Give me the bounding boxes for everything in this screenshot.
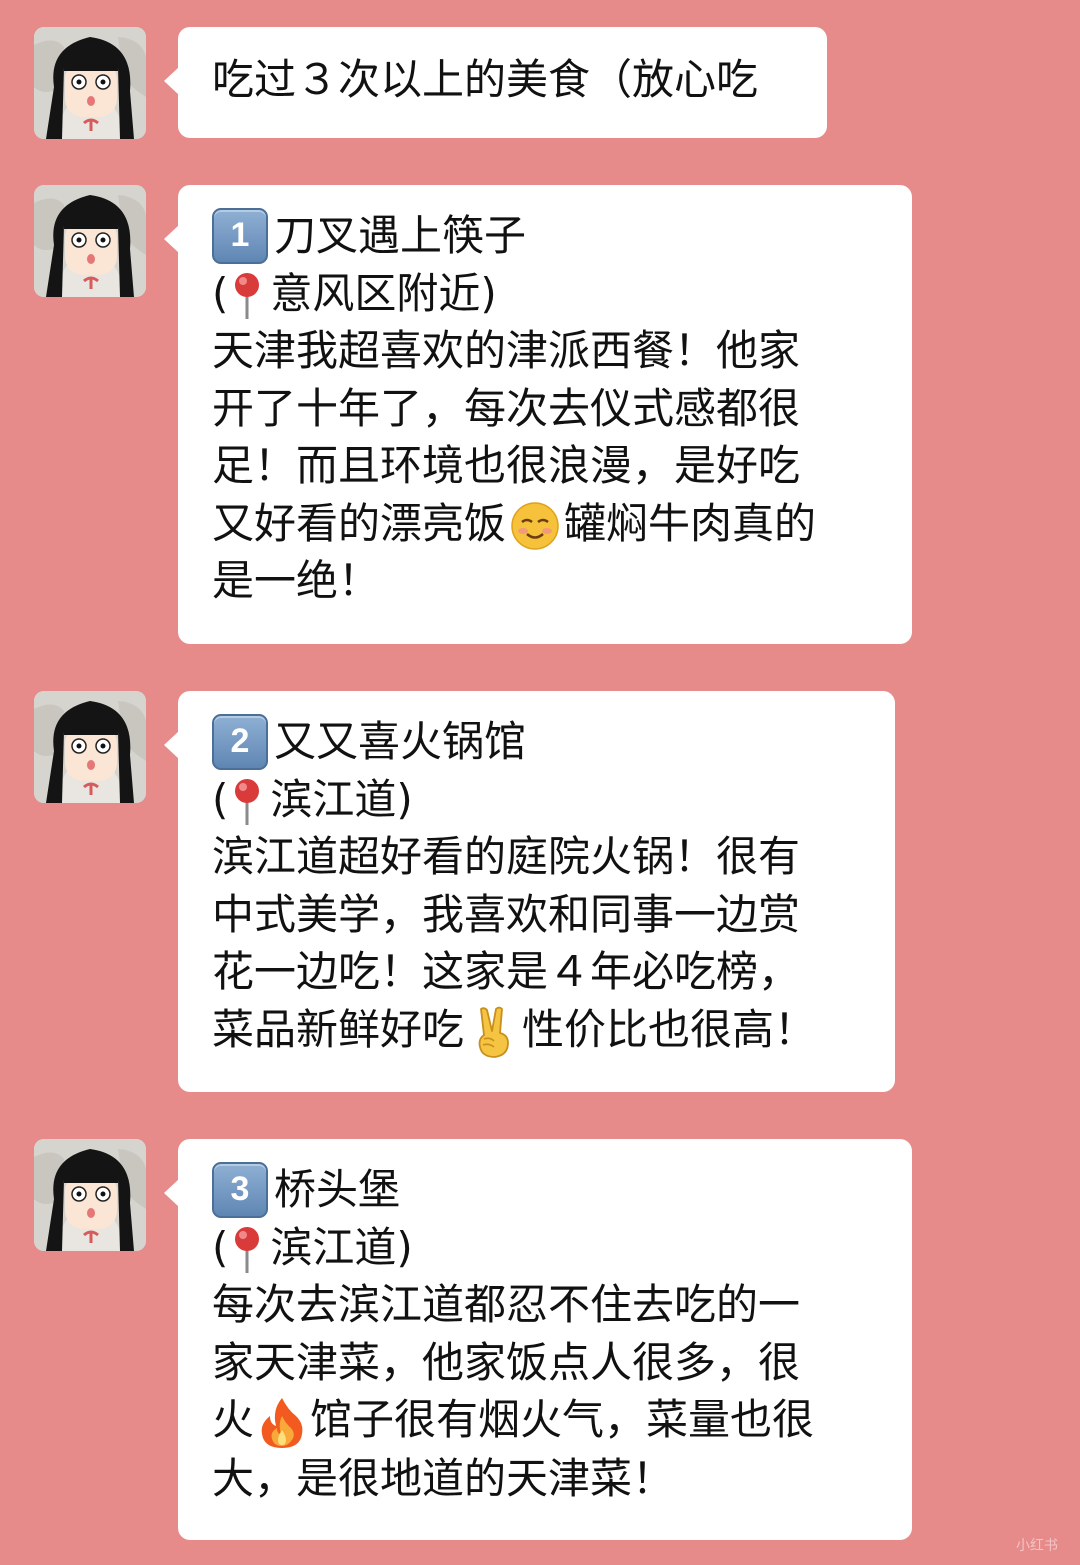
body-text: 又好看的漂亮饭: [212, 498, 507, 548]
location-text: 滨江道): [270, 1222, 413, 1272]
body-line-with-emoji: 菜品新鲜好吃 性价比也很高！: [212, 1001, 895, 1060]
message-bubble[interactable]: 3 桥头堡 ( 滨江道) 每次去滨江道都忍不住去吃的一 家天津菜，他家饭点人很多，…: [164, 1139, 912, 1540]
watermark: 小红书: [1016, 1538, 1058, 1554]
body-line-with-emoji: 又好看的漂亮饭 罐焖牛肉真的: [212, 495, 912, 553]
fire-icon: [261, 1397, 303, 1448]
restaurant-name: 又又喜火锅馆: [274, 717, 527, 766]
body-line-with-emoji: 火 馆子很有烟火气，菜量也很: [212, 1391, 912, 1450]
smiling-face-icon: [511, 502, 559, 550]
body-line: 家天津菜，他家饭点人很多，很: [212, 1337, 801, 1387]
location-line: ( 意风区附近): [212, 265, 912, 323]
body-line: 开了十年了，每次去仪式感都很: [212, 383, 801, 433]
message-bubble[interactable]: 1 刀叉遇上筷子 ( 意风区附近) 天津我超喜欢的津派西餐！他家 开了十年了，每次…: [164, 185, 912, 644]
location-open-paren: (: [212, 268, 229, 318]
pin-icon: [235, 1227, 260, 1273]
message-bubble[interactable]: 吃过３次以上的美食（放心吃: [164, 27, 827, 138]
restaurant-name: 刀叉遇上筷子: [274, 211, 527, 260]
location-open-paren: (: [212, 774, 229, 824]
pin-icon: [235, 273, 260, 319]
avatar[interactable]: [34, 691, 146, 803]
body-text: 性价比也很高！: [522, 1004, 817, 1054]
chat-thread: 吃过３次以上的美食（放心吃 1 刀叉遇上筷子 (意风区附近) 天津我超喜欢的津…: [0, 0, 1080, 1565]
body-line: 花一边吃！这家是４年必吃榜，: [212, 947, 801, 996]
body-line: 滨江道超好看的庭院火锅！很有: [212, 832, 801, 881]
body-text: 火: [212, 1395, 255, 1444]
keycap-number-icon: 1: [212, 207, 268, 264]
avatar[interactable]: [34, 27, 146, 139]
message-text: 吃过３次以上的美食（放心吃: [212, 55, 759, 104]
body-text: 馆子很有烟火气，菜量也很: [310, 1395, 815, 1444]
post-title: 3 桥头堡: [212, 1161, 912, 1219]
location-text: 意风区附近): [270, 268, 497, 318]
body-line: 大，是很地道的天津菜！: [212, 1453, 675, 1503]
body-line: 是一绝！: [212, 556, 381, 605]
location-open-paren: (: [212, 1222, 229, 1272]
location-line: ( 滨江道): [212, 1219, 912, 1277]
keycap-number-icon: 2: [212, 713, 268, 770]
message-bubble[interactable]: 2 又又喜火锅馆 ( 滨江道) 滨江道超好看的庭院火锅！很有 中式美学，我喜欢和同…: [164, 691, 895, 1092]
pin-icon: [235, 779, 260, 825]
victory-hand-icon: [478, 1006, 509, 1058]
body-text: 菜品新鲜好吃: [212, 1004, 465, 1054]
location-text: 滨江道): [270, 774, 413, 824]
avatar[interactable]: [34, 1139, 146, 1251]
location-line: ( 滨江道): [212, 771, 895, 829]
avatar[interactable]: [34, 185, 146, 297]
post-title: 1 刀叉遇上筷子: [212, 207, 912, 265]
restaurant-name: 桥头堡: [274, 1165, 401, 1214]
body-line: 每次去滨江道都忍不住去吃的一: [212, 1280, 801, 1329]
body-line: 中式美学，我喜欢和同事一边赏: [212, 889, 801, 939]
body-text: 罐焖牛肉真的: [564, 498, 817, 548]
keycap-number-icon: 3: [212, 1161, 268, 1218]
body-line: 足！而且环境也很浪漫，是好吃: [212, 441, 801, 490]
post-title: 2 又又喜火锅馆: [212, 713, 895, 771]
body-line: 天津我超喜欢的津派西餐！他家: [212, 326, 801, 375]
